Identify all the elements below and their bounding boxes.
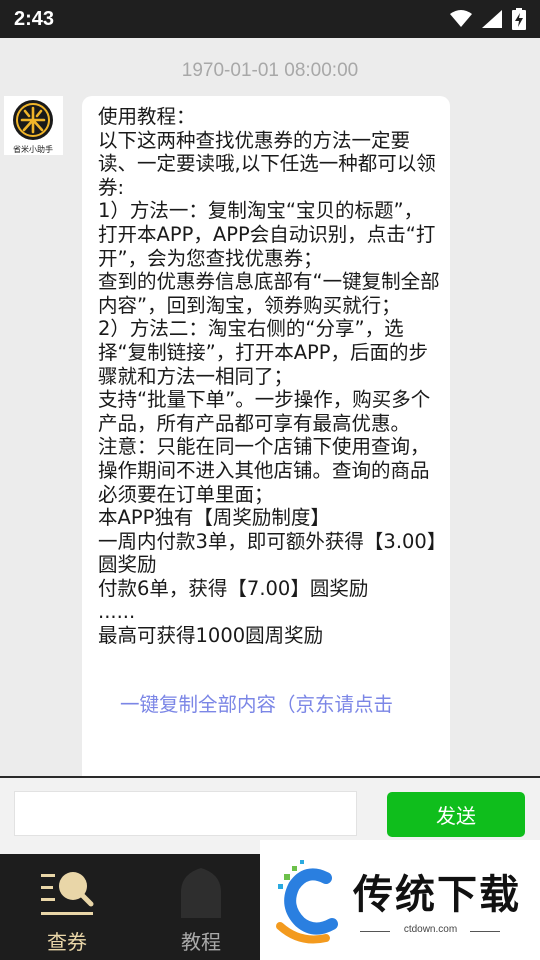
nav-item-coupon[interactable]: 查券 [0,854,134,960]
wifi-icon [450,10,472,28]
message-line: 最高可获得1000圆周奖励 [98,624,324,648]
nav-item-tutorial[interactable]: 教程 [134,854,268,960]
message-line: 1）方法一：复制淘宝“宝贝的标题”，打开本APP，APP会自动识别，点击“打开”… [98,199,436,270]
status-icons [450,8,526,30]
send-button[interactable]: 发送 [387,792,525,837]
message-line: 支持“批量下单”。一步操作，购买多个产品，所有产品都可享有最高优惠。 [98,388,431,435]
message-line: 2）方法二：淘宝右侧的“分享”，选择“复制链接”，打开本APP，后面的步骤就和方… [98,317,429,388]
watermark-url: ctdown.com [403,924,458,935]
copy-all-link[interactable]: 一键复制全部内容（京东请点击 [120,693,440,717]
message-timestamp: 1970-01-01 08:00:00 [181,60,359,81]
mi-logo-icon: 省米小助手 [13,100,53,154]
nav-label-tutorial: 教程 [181,930,221,954]
message-text: 使用教程： 以下这两种查找优惠券的方法一定要读、一定要读哦,以下任选一种都可以领… [98,105,440,648]
chat-area[interactable]: 1970-01-01 08:00:00 省米小助手 使用教程： 以下这两种查找优… [0,38,540,776]
battery-charging-icon [512,8,526,30]
message-line: 本APP独有【周奖励制度】 [98,506,330,530]
message-line: 以下这两种查找优惠券的方法一定要读、一定要读哦,以下任选一种都可以领券: [98,128,436,199]
message-line: 付款6单，获得【7.00】圆奖励 [98,576,369,600]
search-coupon-icon [41,872,94,915]
avatar[interactable]: 省米小助手 [4,96,63,155]
watermark: 传统下载 ctdown.com [260,840,540,960]
status-bar: 2:43 [0,0,540,38]
nav-label-coupon: 查券 [47,930,87,954]
svg-text:省米小助手: 省米小助手 [13,144,53,154]
watermark-logo-icon [276,860,338,944]
message-line: 一周内付款3单，即可额外获得【3.00】圆奖励 [98,529,437,577]
status-time: 2:43 [14,7,55,30]
watermark-text: 传统下载 [353,872,521,918]
message-line: 查到的优惠券信息底部有“一键复制全部内容”，回到淘宝，领券购买就行； [98,270,440,317]
message-line: 注意：只能在同一个店铺下使用查询，操作期间不进入其他店铺。查询的商品必须要在订单… [98,435,430,506]
message-line: ...... [98,600,136,624]
signal-icon [482,10,502,28]
house-icon [181,868,221,918]
message-input[interactable] [14,791,357,836]
message-bubble[interactable]: 使用教程： 以下这两种查找优惠券的方法一定要读、一定要读哦,以下任选一种都可以领… [82,96,450,776]
message-line: 使用教程： [98,105,196,128]
